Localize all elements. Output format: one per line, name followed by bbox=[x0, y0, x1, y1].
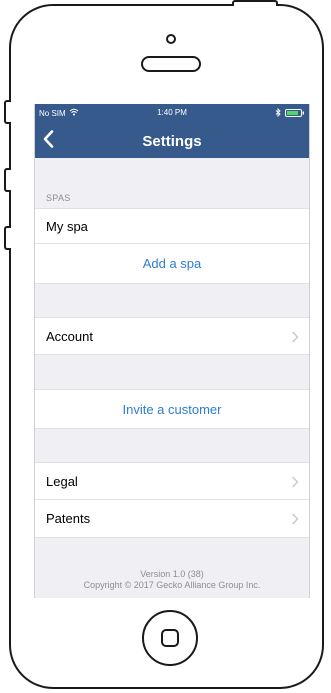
mute-switch bbox=[4, 100, 11, 124]
screen: No SIM 1:40 PM Settings SPAS My spa Add … bbox=[34, 104, 310, 598]
account-label: Account bbox=[46, 328, 93, 344]
add-spa-label: Add a spa bbox=[142, 256, 202, 271]
invite-customer-button[interactable]: Invite a customer bbox=[35, 389, 309, 429]
power-button bbox=[232, 0, 278, 6]
navigation-bar: No SIM 1:40 PM Settings bbox=[35, 104, 309, 158]
status-right bbox=[275, 107, 305, 119]
earpiece-speaker bbox=[141, 56, 201, 72]
bluetooth-icon bbox=[275, 107, 281, 119]
legal-label: Legal bbox=[46, 473, 78, 489]
invite-customer-label: Invite a customer bbox=[122, 401, 222, 417]
version-text: Version 1.0 (38) bbox=[140, 569, 204, 579]
list-item-my-spa[interactable]: My spa bbox=[35, 208, 309, 244]
version-footer: Version 1.0 (38) Copyright © 2017 Gecko … bbox=[35, 569, 309, 591]
phone-frame: No SIM 1:40 PM Settings SPAS My spa Add … bbox=[0, 0, 331, 693]
status-bar: No SIM 1:40 PM bbox=[35, 104, 309, 122]
spa-name-label: My spa bbox=[46, 218, 88, 234]
list-item-account[interactable]: Account bbox=[35, 317, 309, 355]
volume-up-button bbox=[4, 168, 11, 192]
section-header-spas: SPAS bbox=[46, 193, 71, 203]
front-camera bbox=[166, 34, 176, 44]
home-button-icon bbox=[161, 629, 179, 647]
home-button bbox=[142, 610, 198, 666]
chevron-right-icon bbox=[291, 512, 299, 525]
status-time: 1:40 PM bbox=[157, 108, 187, 117]
add-spa-button[interactable]: Add a spa bbox=[35, 244, 309, 284]
volume-down-button bbox=[4, 226, 11, 250]
list-item-legal[interactable]: Legal bbox=[35, 462, 309, 500]
patents-label: Patents bbox=[46, 511, 91, 526]
battery-icon bbox=[285, 108, 305, 119]
list-item-patents[interactable]: Patents bbox=[35, 500, 309, 538]
page-title: Settings bbox=[142, 133, 202, 150]
copyright-text: Copyright © 2017 Gecko Alliance Group In… bbox=[83, 580, 261, 590]
chevron-right-icon bbox=[291, 330, 299, 343]
chevron-right-icon bbox=[291, 475, 299, 488]
